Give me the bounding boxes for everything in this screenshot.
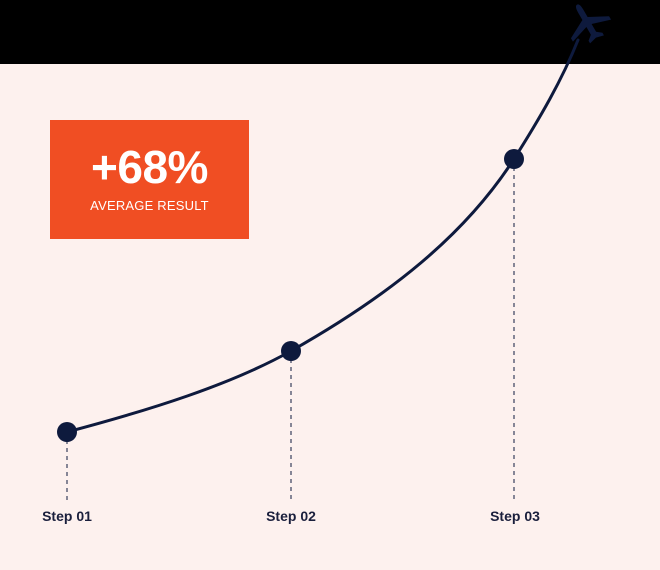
step-01-label: Step 01 bbox=[42, 508, 92, 524]
step-01-marker bbox=[57, 422, 77, 442]
step-03-label: Step 03 bbox=[490, 508, 540, 524]
step-02-label: Step 02 bbox=[266, 508, 316, 524]
step-03-marker bbox=[504, 149, 524, 169]
growth-curve-diagram: Step 01 Step 02 Step 03 bbox=[42, 4, 612, 524]
growth-diagram: +68% AVERAGE RESULT Step 01 Step 02 Step… bbox=[0, 0, 660, 570]
growth-curve bbox=[65, 38, 580, 434]
airplane-icon bbox=[570, 4, 612, 44]
step-02-marker bbox=[281, 341, 301, 361]
